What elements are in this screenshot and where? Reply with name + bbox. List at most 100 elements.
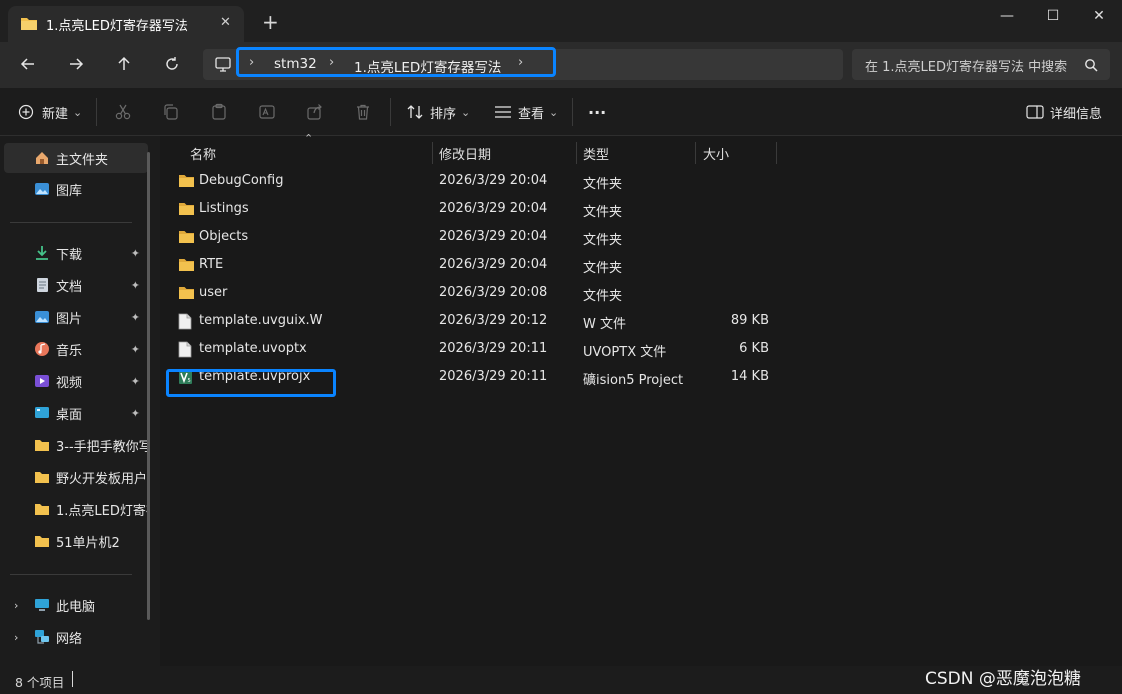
- tab-close-icon[interactable]: ✕: [220, 15, 231, 30]
- table-row[interactable]: RTE 2026/3/29 20:04 文件夹: [170, 251, 790, 279]
- folder-icon: [178, 229, 195, 248]
- close-window-icon[interactable]: ✕: [1076, 0, 1122, 32]
- sidebar-item-label: 桌面: [56, 407, 83, 423]
- table-row[interactable]: template.uvguix.W 2026/3/29 20:12 W 文件 89 K…: [170, 307, 790, 335]
- forward-icon[interactable]: [62, 50, 90, 78]
- pin-icon[interactable]: ✦: [131, 311, 140, 324]
- sidebar-item-downloads[interactable]: 下载 ✦: [4, 238, 148, 268]
- address-highlight-box: [236, 47, 556, 77]
- table-row[interactable]: Objects 2026/3/29 20:04 文件夹: [170, 223, 790, 251]
- file-name: DebugConfig: [199, 173, 284, 188]
- up-icon[interactable]: [110, 50, 138, 78]
- sidebar-item-label: 图片: [56, 311, 83, 327]
- sidebar-item-music[interactable]: 音乐 ✦: [4, 334, 148, 364]
- column-header-type[interactable]: 类型: [575, 142, 696, 164]
- sidebar-item-folder[interactable]: 51单片机2: [4, 526, 148, 556]
- details-pane-button[interactable]: 详细信息: [1026, 98, 1102, 126]
- share-icon[interactable]: [306, 98, 324, 126]
- sidebar-item-label: 视频: [56, 375, 83, 391]
- copy-icon[interactable]: [162, 98, 180, 126]
- active-tab[interactable]: 1.点亮LED灯寄存器写法 ✕: [8, 6, 244, 42]
- sidebar-item-documents[interactable]: 文档 ✦: [4, 270, 148, 300]
- file-name: template.uvguix.W: [199, 313, 323, 328]
- file-modified: 2026/3/29 20:04: [439, 257, 548, 272]
- file-type: W 文件: [583, 317, 626, 332]
- cut-icon[interactable]: [114, 98, 132, 126]
- download-icon: [34, 245, 50, 261]
- refresh-icon[interactable]: [158, 50, 186, 78]
- sidebar-item-folder[interactable]: 3--手把手教你写: [4, 430, 148, 460]
- pin-icon[interactable]: ✦: [131, 407, 140, 420]
- sidebar-item-label: 主文件夹: [56, 152, 109, 168]
- sidebar-item-pictures[interactable]: 图片 ✦: [4, 302, 148, 332]
- file-modified: 2026/3/29 20:04: [439, 229, 548, 244]
- column-header-name[interactable]: 名称: [182, 142, 433, 164]
- sidebar-item-desktop[interactable]: 桌面 ✦: [4, 398, 148, 428]
- folder-icon: [34, 469, 50, 485]
- view-button[interactable]: 查看 ⌄: [494, 98, 558, 126]
- pin-icon[interactable]: ✦: [131, 247, 140, 260]
- sidebar-item-label: 51单片机2: [56, 535, 120, 551]
- sidebar-item-home[interactable]: 主文件夹: [4, 143, 148, 173]
- folder-icon: [34, 501, 50, 517]
- table-row[interactable]: Listings 2026/3/29 20:04 文件夹: [170, 195, 790, 223]
- sidebar-item-this-pc[interactable]: › 此电脑: [4, 590, 148, 620]
- sidebar-item-gallery[interactable]: 图库: [4, 174, 148, 204]
- expand-chevron-icon[interactable]: ›: [14, 599, 18, 612]
- new-label: 新建: [42, 106, 69, 122]
- sidebar-item-folder[interactable]: 野火开发板用户: [4, 462, 148, 492]
- expand-chevron-icon[interactable]: ›: [14, 631, 18, 644]
- folder-icon: [34, 533, 50, 549]
- table-row[interactable]: template.uvoptx 2026/3/29 20:11 UVOPTX 文件 6…: [170, 335, 790, 363]
- sidebar-item-videos[interactable]: 视频 ✦: [4, 366, 148, 396]
- minimize-icon[interactable]: —: [984, 0, 1030, 32]
- search-placeholder: 在 1.点亮LED灯寄存器写法 中搜索: [865, 60, 1068, 75]
- sort-icon: [407, 105, 423, 119]
- command-bar: 新建 ⌄ 排序 ⌄ 查看 ⌄ ··· 详细信息: [0, 88, 1122, 136]
- file-name: Objects: [199, 229, 249, 244]
- table-row[interactable]: DebugConfig 2026/3/29 20:04 文件夹: [170, 167, 790, 195]
- pin-icon[interactable]: ✦: [131, 375, 140, 388]
- maximize-icon[interactable]: ☐: [1030, 0, 1076, 32]
- sidebar-item-folder[interactable]: 1.点亮LED灯寄存: [4, 494, 148, 524]
- delete-icon[interactable]: [354, 98, 372, 126]
- pin-icon[interactable]: ✦: [131, 279, 140, 292]
- sidebar-item-label: 野火开发板用户: [56, 471, 148, 487]
- folder-icon: [178, 173, 195, 192]
- network-icon: [34, 629, 50, 645]
- folder-icon: [21, 18, 37, 30]
- file-type: 文件夹: [583, 289, 623, 304]
- more-options-icon[interactable]: ···: [588, 98, 606, 126]
- tab-title: 1.点亮LED灯寄存器写法: [46, 19, 188, 34]
- sort-button[interactable]: 排序 ⌄: [406, 98, 470, 126]
- paste-icon[interactable]: [210, 98, 228, 126]
- chevron-down-icon: ⌄: [461, 105, 471, 119]
- navigation-pane: 主文件夹 图库 下载 ✦ 文档 ✦ 图片 ✦ 音乐 ✦ 视频 ✦ 桌面 ✦ 3-…: [0, 136, 160, 666]
- file-type: 文件夹: [583, 205, 623, 220]
- back-icon[interactable]: [14, 50, 42, 78]
- search-icon[interactable]: [1084, 58, 1098, 72]
- file-type: 文件夹: [583, 233, 623, 248]
- rename-icon[interactable]: [258, 98, 276, 126]
- sidebar-item-network[interactable]: › 网络: [4, 622, 148, 652]
- search-box[interactable]: 在 1.点亮LED灯寄存器写法 中搜索: [852, 49, 1110, 80]
- column-header-modified[interactable]: 修改日期: [431, 142, 577, 164]
- file-type: UVOPTX 文件: [583, 345, 667, 360]
- table-row[interactable]: user 2026/3/29 20:08 文件夹: [170, 279, 790, 307]
- view-icon: [495, 106, 511, 118]
- file-modified: 2026/3/29 20:11: [439, 369, 548, 384]
- file-type: 礦ision5 Project: [583, 373, 684, 388]
- chevron-down-icon: ⌄: [73, 105, 83, 119]
- new-tab-icon[interactable]: +: [262, 12, 279, 32]
- item-count: 8 个项目: [15, 675, 65, 690]
- home-icon: [34, 150, 50, 166]
- file-name: user: [199, 285, 228, 300]
- sidebar-scrollbar[interactable]: [147, 152, 150, 620]
- sidebar-item-label: 3--手把手教你写: [56, 439, 148, 455]
- pin-icon[interactable]: ✦: [131, 343, 140, 356]
- document-icon: [34, 277, 50, 293]
- new-button[interactable]: 新建 ⌄: [18, 98, 82, 126]
- column-header-size[interactable]: 大小: [695, 142, 777, 164]
- details-pane-icon: [1026, 105, 1044, 119]
- file-icon: [178, 341, 192, 362]
